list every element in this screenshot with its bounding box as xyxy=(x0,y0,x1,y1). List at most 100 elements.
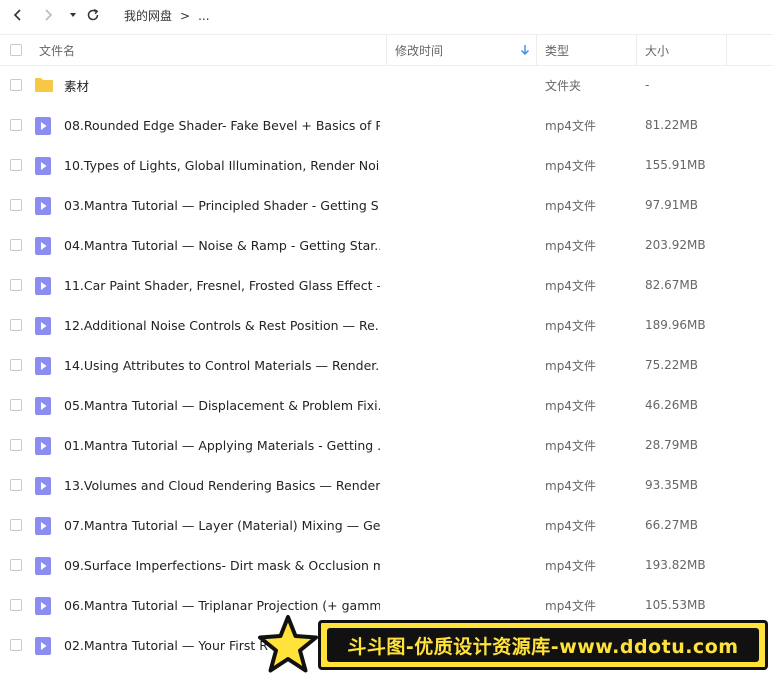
arrow-down-icon xyxy=(521,45,529,55)
header-name[interactable]: 文件名 xyxy=(39,35,75,65)
watermark-inner: 斗斗图-优质设计资源库-www.ddotu.com xyxy=(327,628,759,662)
column-divider[interactable] xyxy=(636,35,637,65)
file-name[interactable]: 13.Volumes and Cloud Rendering Basics — … xyxy=(64,465,380,505)
file-type: mp4文件 xyxy=(545,398,596,413)
row-checkbox[interactable] xyxy=(10,599,22,611)
video-file-icon xyxy=(34,556,52,579)
file-size: 81.22MB xyxy=(645,118,698,132)
star-icon xyxy=(258,615,318,673)
header-size[interactable]: 大小 xyxy=(645,35,669,65)
video-file-icon xyxy=(34,196,52,219)
file-row[interactable]: 09.Surface Imperfections- Dirt mask & Oc… xyxy=(0,545,773,585)
file-size: 189.96MB xyxy=(645,318,706,332)
header-modified[interactable]: 修改时间 xyxy=(395,35,535,65)
column-divider[interactable] xyxy=(536,35,537,65)
file-name[interactable]: 11.Car Paint Shader, Fresnel, Frosted Gl… xyxy=(64,265,380,305)
video-file-icon xyxy=(34,396,52,419)
video-file-icon xyxy=(34,436,52,459)
caret-down-icon xyxy=(70,13,76,17)
folder-row[interactable]: 素材 文件夹 - xyxy=(0,65,773,105)
file-size: 82.67MB xyxy=(645,278,698,292)
file-size: 46.26MB xyxy=(645,398,698,412)
column-divider[interactable] xyxy=(386,35,387,65)
video-file-icon xyxy=(34,476,52,499)
file-name[interactable]: 素材 xyxy=(64,65,380,105)
file-name[interactable]: 14.Using Attributes to Control Materials… xyxy=(64,345,380,385)
select-all-checkbox[interactable] xyxy=(10,44,22,56)
file-name[interactable]: 08.Rounded Edge Shader- Fake Bevel + Bas… xyxy=(64,105,380,145)
file-list-header: 文件名 修改时间 类型 大小 xyxy=(0,34,773,66)
breadcrumb-separator: > xyxy=(180,8,191,23)
forward-button[interactable] xyxy=(36,3,60,27)
header-modified-label: 修改时间 xyxy=(395,43,444,58)
row-checkbox[interactable] xyxy=(10,639,22,651)
file-row[interactable]: 07.Mantra Tutorial — Layer (Material) Mi… xyxy=(0,505,773,545)
file-type: mp4文件 xyxy=(545,278,596,293)
watermark-banner: 斗斗图-优质设计资源库-www.ddotu.com xyxy=(256,614,772,674)
breadcrumb-item-home[interactable]: 我的网盘 xyxy=(124,7,172,24)
file-name[interactable]: 09.Surface Imperfections- Dirt mask & Oc… xyxy=(64,545,380,585)
file-name[interactable]: 01.Mantra Tutorial — Applying Materials … xyxy=(64,425,380,465)
file-type: mp4文件 xyxy=(545,158,596,173)
file-row[interactable]: 05.Mantra Tutorial — Displacement & Prob… xyxy=(0,385,773,425)
video-file-icon xyxy=(34,316,52,339)
file-row[interactable]: 03.Mantra Tutorial — Principled Shader -… xyxy=(0,185,773,225)
file-size: 75.22MB xyxy=(645,358,698,372)
header-name-label: 文件名 xyxy=(39,43,76,58)
row-checkbox[interactable] xyxy=(10,559,22,571)
file-row[interactable]: 08.Rounded Edge Shader- Fake Bevel + Bas… xyxy=(0,105,773,145)
video-file-icon xyxy=(34,236,52,259)
row-checkbox[interactable] xyxy=(10,359,22,371)
file-name[interactable]: 05.Mantra Tutorial — Displacement & Prob… xyxy=(64,385,380,425)
header-size-label: 大小 xyxy=(645,43,670,58)
video-file-icon xyxy=(34,156,52,179)
row-checkbox[interactable] xyxy=(10,519,22,531)
video-file-icon xyxy=(34,596,52,619)
header-type[interactable]: 类型 xyxy=(545,35,569,65)
file-row[interactable]: 13.Volumes and Cloud Rendering Basics — … xyxy=(0,465,773,505)
row-checkbox[interactable] xyxy=(10,79,22,91)
file-type: mp4文件 xyxy=(545,438,596,453)
video-file-icon xyxy=(34,636,52,659)
file-type: mp4文件 xyxy=(545,518,596,533)
row-checkbox[interactable] xyxy=(10,399,22,411)
file-name[interactable]: 07.Mantra Tutorial — Layer (Material) Mi… xyxy=(64,505,380,545)
file-row[interactable]: 14.Using Attributes to Control Materials… xyxy=(0,345,773,385)
file-type: mp4文件 xyxy=(545,558,596,573)
file-size: - xyxy=(645,78,650,92)
row-checkbox[interactable] xyxy=(10,319,22,331)
back-button[interactable] xyxy=(6,3,30,27)
row-checkbox[interactable] xyxy=(10,279,22,291)
file-list: 素材 文件夹 - 08.Rounded Edge Shader- Fake Bevel… xyxy=(0,65,773,665)
file-type: 文件夹 xyxy=(545,78,582,93)
file-name[interactable]: 04.Mantra Tutorial — Noise & Ramp - Gett… xyxy=(64,225,380,265)
file-row[interactable]: 10.Types of Lights, Global Illumination,… xyxy=(0,145,773,185)
file-type: mp4文件 xyxy=(545,318,596,333)
file-row[interactable]: 12.Additional Noise Controls & Rest Posi… xyxy=(0,305,773,345)
row-checkbox[interactable] xyxy=(10,199,22,211)
file-size: 28.79MB xyxy=(645,438,698,452)
file-size: 66.27MB xyxy=(645,518,698,532)
refresh-icon xyxy=(87,8,99,21)
row-checkbox[interactable] xyxy=(10,479,22,491)
row-checkbox[interactable] xyxy=(10,159,22,171)
file-row[interactable]: 04.Mantra Tutorial — Noise & Ramp - Gett… xyxy=(0,225,773,265)
file-name[interactable]: 10.Types of Lights, Global Illumination,… xyxy=(64,145,380,185)
file-type: mp4文件 xyxy=(545,478,596,493)
file-row[interactable]: 11.Car Paint Shader, Fresnel, Frosted Gl… xyxy=(0,265,773,305)
column-divider[interactable] xyxy=(726,35,727,65)
watermark-box: 斗斗图-优质设计资源库-www.ddotu.com xyxy=(318,620,768,670)
refresh-button[interactable] xyxy=(81,3,105,27)
select-all-cell xyxy=(10,35,22,65)
file-name[interactable]: 12.Additional Noise Controls & Rest Posi… xyxy=(64,305,380,345)
row-checkbox[interactable] xyxy=(10,439,22,451)
row-checkbox[interactable] xyxy=(10,119,22,131)
watermark-text: 斗斗图-优质设计资源库-www.ddotu.com xyxy=(347,635,739,658)
file-name[interactable]: 03.Mantra Tutorial — Principled Shader -… xyxy=(64,185,380,225)
breadcrumb-ellipsis[interactable]: ... xyxy=(198,9,209,23)
row-checkbox[interactable] xyxy=(10,239,22,251)
chevron-right-icon xyxy=(45,9,53,21)
file-type: mp4文件 xyxy=(545,118,596,133)
folder-icon xyxy=(34,76,54,97)
file-row[interactable]: 01.Mantra Tutorial — Applying Materials … xyxy=(0,425,773,465)
